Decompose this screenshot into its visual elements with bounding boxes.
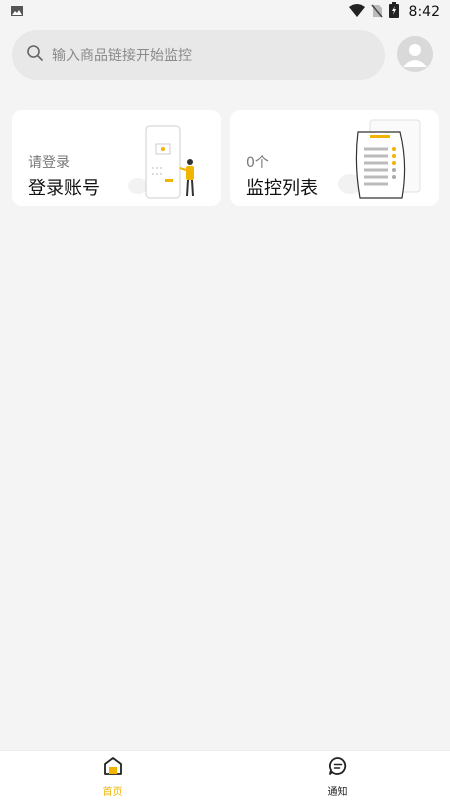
monitor-card[interactable]: 0个 监控列表 xyxy=(230,110,439,206)
tab-home[interactable]: 首页 xyxy=(53,755,173,798)
chat-icon xyxy=(327,755,349,781)
home-icon xyxy=(102,755,124,781)
monitor-card-title: 监控列表 xyxy=(246,178,318,199)
image-icon xyxy=(10,3,24,22)
login-card[interactable]: 请登录 登录账号 xyxy=(12,110,221,206)
avatar-icon xyxy=(397,36,433,72)
tab-notifications[interactable]: 通知 xyxy=(278,755,398,798)
tab-notifications-label: 通知 xyxy=(327,786,348,798)
search-placeholder: 输入商品链接开始监控 xyxy=(52,48,192,64)
status-time: 8:42 xyxy=(408,4,440,20)
no-sim-icon xyxy=(370,3,383,22)
login-card-subtitle: 请登录 xyxy=(28,155,70,171)
list-document-illustration xyxy=(338,119,421,199)
tab-home-label: 首页 xyxy=(102,786,123,798)
avatar[interactable] xyxy=(397,36,433,72)
search-icon xyxy=(26,44,44,66)
wifi-icon xyxy=(348,3,365,22)
status-bar: 8:42 xyxy=(0,0,450,24)
status-right: 8:42 xyxy=(348,2,440,22)
login-card-title: 登录账号 xyxy=(28,178,100,199)
battery-charging-icon xyxy=(388,2,399,22)
monitor-card-subtitle: 0个 xyxy=(246,155,269,171)
bottom-tab-bar: 首页 通知 xyxy=(0,750,450,801)
phone-login-illustration xyxy=(128,125,194,199)
search-input[interactable]: 输入商品链接开始监控 xyxy=(12,30,385,80)
status-left xyxy=(10,3,24,22)
